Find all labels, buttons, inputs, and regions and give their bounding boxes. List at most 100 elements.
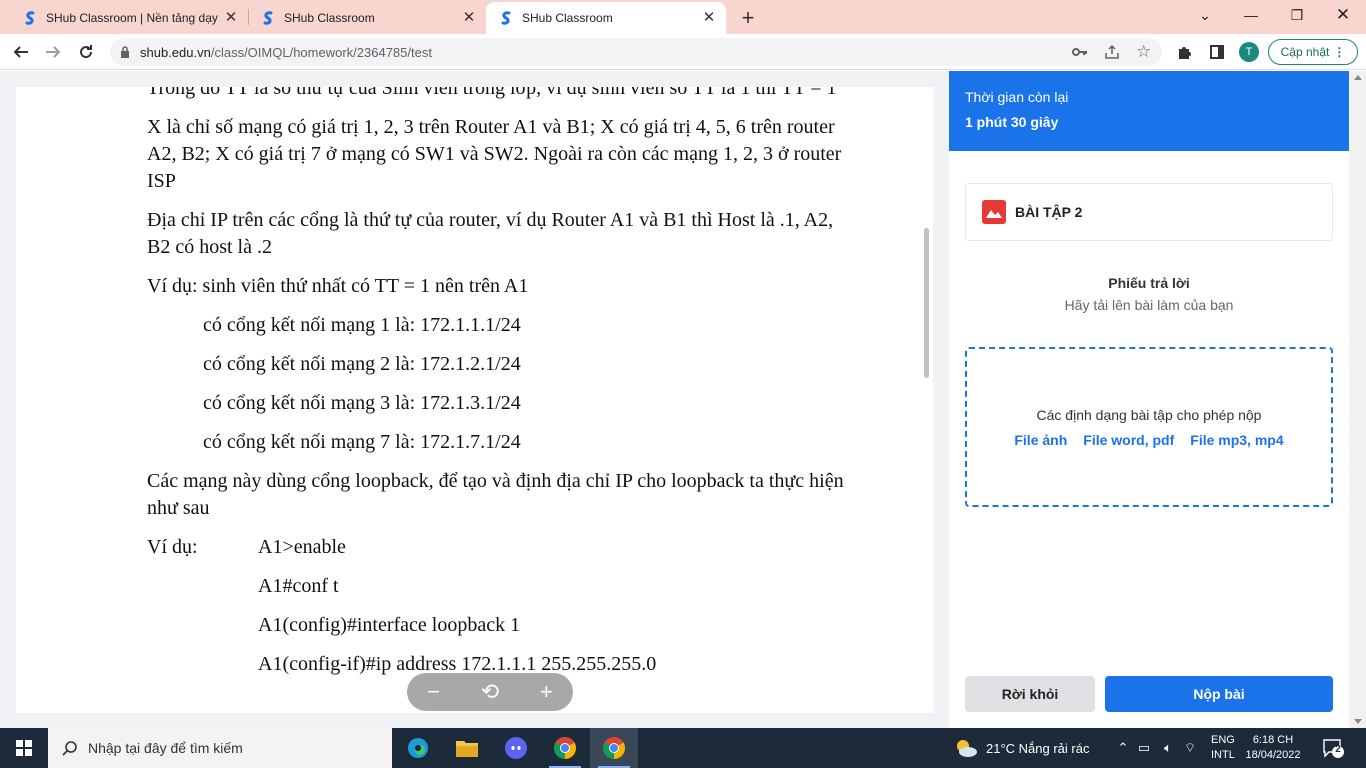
doc-port-line: có cổng kết nối mạng 2 là: 172.1.2.1/24 xyxy=(203,353,521,375)
weather-text: 21°C Nắng rải rác xyxy=(986,740,1090,756)
chrome-profile-icon[interactable] xyxy=(541,728,589,768)
address-bar[interactable]: shub.edu.vn/class/OIMQL/homework/2364785… xyxy=(110,38,1162,66)
notification-count: 2 xyxy=(1335,744,1341,755)
clock-date: 18/04/2022 xyxy=(1245,749,1301,761)
browser-tab-2[interactable]: SHub Classroom ✕ xyxy=(238,2,486,34)
upload-dropzone[interactable]: Các định dạng bài tập cho phép nộp File … xyxy=(965,347,1333,507)
answer-panel: Thời gian còn lại 1 phút 30 giây BÀI TẬP… xyxy=(949,71,1349,728)
doc-paragraph: X là chỉ số mạng có giá trị 1, 2, 3 trên… xyxy=(147,116,842,192)
profile-avatar[interactable]: T xyxy=(1239,42,1259,62)
page-scrollbar[interactable] xyxy=(1350,71,1366,728)
taskbar-clock[interactable]: 6:18 CH 18/04/2022 xyxy=(1245,733,1301,763)
input-language[interactable]: ENG INTL xyxy=(1211,733,1235,763)
lang-layout: INTL xyxy=(1211,749,1235,761)
submit-button[interactable]: Nộp bài xyxy=(1105,676,1333,712)
timer-value: 1 phút 30 giây xyxy=(965,114,1059,130)
example-label: Ví dụ: xyxy=(147,536,198,558)
more-vertical-icon: ⋮ xyxy=(1333,45,1346,59)
scroll-up-arrow-icon[interactable] xyxy=(1354,75,1362,80)
image-icon xyxy=(982,200,1006,224)
document-viewer[interactable]: Trong đó TT là số thứ tự của Sinh viên t… xyxy=(16,87,933,713)
weather-widget[interactable]: 21°C Nắng rải rác xyxy=(954,728,1089,768)
file-type-document[interactable]: File word, pdf xyxy=(1083,432,1174,448)
doc-paragraph: Các mạng này dùng cổng loopback, để tạo … xyxy=(147,470,844,519)
doc-command: A1>enable xyxy=(258,536,346,558)
browser-toolbar: shub.edu.vn/class/OIMQL/homework/2364785… xyxy=(0,34,1366,70)
doc-command: A1#conf t xyxy=(258,575,339,597)
upload-hint: Các định dạng bài tập cho phép nộp xyxy=(1036,407,1262,423)
taskbar-search-box[interactable]: Nhập tại đây để tìm kiếm xyxy=(48,728,392,768)
zoom-out-button[interactable]: − xyxy=(427,679,440,705)
exercise-title: BÀI TẬP 2 xyxy=(1015,204,1083,220)
bookmark-star-icon[interactable]: ☆ xyxy=(1136,38,1151,66)
lock-icon xyxy=(120,46,130,58)
wifi-icon[interactable]: ⌔ xyxy=(1179,740,1201,756)
doc-command: A1(config)#interface loopback 1 xyxy=(258,614,521,636)
shub-favicon-icon xyxy=(22,10,38,26)
tab-title: SHub Classroom xyxy=(522,11,613,25)
tab-title: SHub Classroom xyxy=(284,11,375,25)
reload-icon[interactable] xyxy=(74,40,98,64)
clock-time: 6:18 CH xyxy=(1252,734,1294,746)
notification-center-icon[interactable]: 2 xyxy=(1322,738,1344,758)
file-explorer-icon[interactable] xyxy=(443,728,491,768)
close-window-button[interactable]: ✕ xyxy=(1323,4,1363,26)
shub-favicon-icon xyxy=(498,10,514,26)
minimize-button[interactable]: — xyxy=(1231,4,1271,26)
doc-paragraph: Ví dụ: sinh viên thứ nhất có TT = 1 nên … xyxy=(147,275,529,297)
edge-browser-icon[interactable] xyxy=(394,728,442,768)
exercise-card[interactable]: BÀI TẬP 2 xyxy=(965,183,1333,241)
page-content: Trong đó TT là số thứ tự của Sinh viên t… xyxy=(0,71,1366,728)
partly-sunny-icon xyxy=(957,740,977,757)
doc-port-line: có cổng kết nối mạng 1 là: 172.1.1.1/24 xyxy=(203,314,521,336)
update-button[interactable]: Cập nhật ⋮ xyxy=(1268,39,1358,65)
chrome-active-icon[interactable] xyxy=(590,728,638,768)
timer-label: Thời gian còn lại xyxy=(965,89,1069,105)
document-text: Trong đó TT là số thứ tự của Sinh viên t… xyxy=(147,87,847,690)
leave-button[interactable]: Rời khỏi xyxy=(965,676,1095,712)
windows-start-icon[interactable] xyxy=(0,728,48,768)
url-host: shub.edu.vn xyxy=(140,44,211,60)
browser-tab-1[interactable]: SHub Classroom | Nền tảng dạy h ✕ xyxy=(0,2,248,34)
file-type-list: File ảnh File word, pdf File mp3, mp4 xyxy=(967,432,1331,448)
windows-taskbar: Nhập tại đây để tìm kiếm 21°C Nắng rải r… xyxy=(0,728,1366,768)
key-icon[interactable] xyxy=(1072,38,1088,66)
tab-title: SHub Classroom | Nền tảng dạy h xyxy=(46,11,218,25)
doc-port-line: có cổng kết nối mạng 3 là: 172.1.3.1/24 xyxy=(203,392,521,414)
search-icon xyxy=(62,740,78,756)
url-path: /class/OIMQL/homework/2364785/test xyxy=(210,44,432,60)
share-icon[interactable] xyxy=(1104,38,1120,66)
close-tab-icon[interactable]: ✕ xyxy=(700,9,718,27)
zoom-reset-button[interactable]: ⟲ xyxy=(481,679,499,705)
answer-sheet-title: Phiếu trả lời xyxy=(1108,275,1190,291)
scroll-down-arrow-icon[interactable] xyxy=(1354,719,1362,724)
browser-tab-strip: SHub Classroom | Nền tảng dạy h ✕ SHub C… xyxy=(0,0,1366,34)
forward-arrow-icon[interactable] xyxy=(41,40,65,64)
discord-icon[interactable] xyxy=(492,728,540,768)
tab-search-chevron-icon[interactable]: ⌄ xyxy=(1185,4,1225,26)
doc-paragraph: Địa chỉ IP trên các cổng là thứ tự của r… xyxy=(147,209,834,258)
extensions-puzzle-icon[interactable] xyxy=(1173,40,1197,64)
file-type-media[interactable]: File mp3, mp4 xyxy=(1190,432,1283,448)
volume-icon[interactable]: 🔈︎ xyxy=(1157,740,1179,756)
battery-icon[interactable]: ▭ xyxy=(1131,740,1157,756)
file-type-image[interactable]: File ảnh xyxy=(1014,432,1067,448)
timer-banner: Thời gian còn lại 1 phút 30 giây xyxy=(949,71,1349,151)
close-tab-icon[interactable]: ✕ xyxy=(460,9,478,27)
doc-example-row: Ví dụ: A1>enable xyxy=(147,534,847,561)
doc-port-line: có cổng kết nối mạng 7 là: 172.1.7.1/24 xyxy=(203,431,521,453)
chevron-up-icon[interactable]: ⌃ xyxy=(1115,740,1131,756)
document-scrollbar-thumb[interactable] xyxy=(924,228,929,378)
taskbar-search-placeholder: Nhập tại đây để tìm kiếm xyxy=(88,740,243,756)
answer-sheet-subtitle: Hãy tải lên bài làm của bạn xyxy=(1064,297,1234,313)
back-arrow-icon[interactable] xyxy=(9,40,33,64)
doc-paragraph: Trong đó TT là số thứ tự của Sinh viên t… xyxy=(147,87,837,99)
new-tab-button[interactable]: + xyxy=(736,5,760,31)
system-tray: ⌃ ▭ 🔈︎ ⌔ xyxy=(1115,728,1201,768)
browser-tab-3-active[interactable]: SHub Classroom ✕ xyxy=(486,2,726,34)
lang-code: ENG xyxy=(1211,734,1235,746)
side-panel-icon[interactable] xyxy=(1205,40,1229,64)
zoom-in-button[interactable]: + xyxy=(540,679,553,705)
maximize-button[interactable]: ❐ xyxy=(1277,4,1317,26)
url-text: shub.edu.vn/class/OIMQL/homework/2364785… xyxy=(140,45,432,60)
